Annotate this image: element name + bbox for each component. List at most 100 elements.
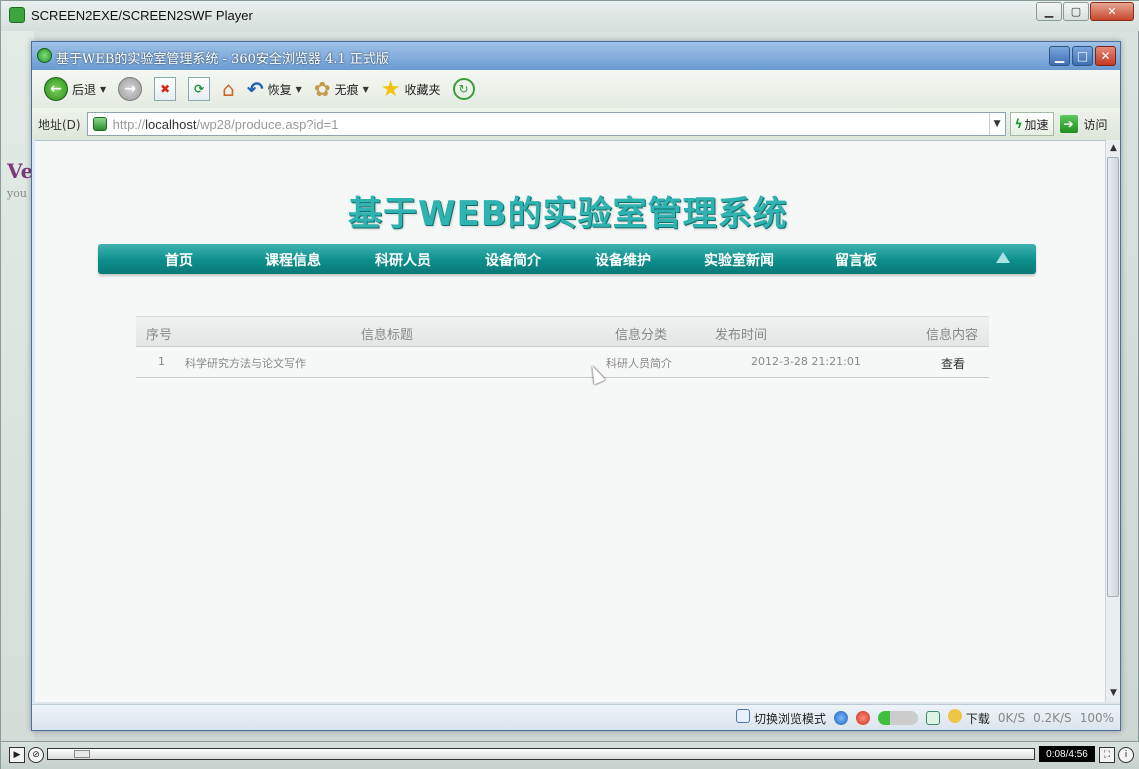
upload-rate: 0.2K/S (1033, 710, 1072, 725)
swirl-icon: ↻ (452, 78, 475, 100)
table-row: 1 科学研究方法与论文写作 科研人员简介 2012-3-28 21:21:01 … (136, 347, 989, 378)
site-title: 基于WEB的实验室管理系统 (348, 194, 788, 234)
zoom-level[interactable]: 100% (1080, 711, 1114, 725)
download-icon (948, 708, 963, 723)
col-header-category: 信息分类 (615, 328, 668, 343)
player-window: SCREEN2EXE/SCREEN2SWF Player ▁ ▢ ✕ Ve yo… (0, 0, 1139, 769)
view-link[interactable]: 查看 (941, 355, 965, 372)
fullscreen-icon[interactable]: ⛶ (1099, 747, 1115, 763)
switch-mode-button[interactable]: 切换浏览模式 (736, 708, 826, 727)
security-icon[interactable] (856, 710, 871, 725)
home-button[interactable]: ⌂ (222, 77, 235, 101)
minimize-button[interactable]: ▁ (1036, 2, 1062, 21)
browser-window-controls: ▁ □ ✕ (1049, 46, 1116, 66)
play-button[interactable]: ▶ (9, 747, 25, 763)
chevron-down-icon[interactable]: ▼ (296, 85, 302, 94)
restore-button[interactable]: ↶ 恢复 ▼ (247, 77, 302, 101)
favorites-button[interactable]: ★ 收藏夹 (381, 77, 441, 102)
player-controls: ▶ ⊘ 0:08/4:56 ⛶ i (1, 741, 1139, 769)
browser-close-button[interactable]: ✕ (1095, 46, 1116, 66)
browser-minimize-button[interactable]: ▁ (1049, 46, 1070, 66)
browser-statusbar: 切换浏览模式 下载 0K/S 0.2K/S 100% (32, 704, 1120, 730)
toggle-icon[interactable] (878, 710, 919, 725)
mute-icon[interactable]: ⊘ (28, 747, 44, 763)
col-header-time: 发布时间 (715, 328, 768, 343)
desktop-background: Ve you (1, 31, 34, 741)
favorites-label: 收藏夹 (404, 82, 441, 97)
nav-item-lab-news[interactable]: 实验室新闻 (704, 250, 774, 270)
time-display: 0:08/4:56 (1039, 746, 1095, 762)
nav-item-courses[interactable]: 课程信息 (265, 250, 321, 270)
col-header-no: 序号 (146, 328, 173, 343)
url-input[interactable]: http://localhost/wp28/produce.asp?id=1 ▼ (86, 112, 1006, 136)
chevron-down-icon[interactable]: ▼ (988, 113, 1005, 135)
screenshot-icon[interactable] (926, 710, 941, 725)
speed-up-button[interactable]: ϟ 加速 (1009, 112, 1054, 136)
back-label: 后退 (72, 82, 97, 97)
extension-button[interactable]: ↻ (452, 78, 475, 100)
seek-knob[interactable] (74, 750, 90, 758)
paw-icon: ✿ (313, 77, 331, 101)
main-nav: 首页 课程信息 科研人员 设备简介 设备维护 实验室新闻 留言板 (98, 244, 1036, 274)
scroll-down-icon[interactable]: ▼ (1106, 685, 1121, 700)
traceless-button[interactable]: ✿ 无痕 ▼ (314, 77, 369, 101)
traceless-label: 无痕 (334, 82, 359, 97)
cell-title[interactable]: 科学研究方法与论文写作 (185, 355, 306, 371)
restore-label: 恢复 (267, 82, 292, 97)
browser-toolbar: ← 后退 ▼ → ✖ ⟳ ⌂ ↶ 恢复 ▼ ✿ 无痕 ▼ ★ 收藏夹 ↻ (32, 70, 1120, 108)
chevron-down-icon[interactable]: ▼ (363, 85, 369, 94)
seek-bar[interactable] (47, 748, 1035, 760)
browser-title: 基于WEB的实验室管理系统 - 360安全浏览器 4.1 正式版 (56, 52, 389, 67)
refresh-button[interactable]: ⟳ (188, 77, 211, 101)
table-header: 序号 信息标题 信息分类 发布时间 信息内容 (136, 316, 989, 347)
cell-no: 1 (158, 355, 165, 368)
go-button[interactable]: ➔ 访问 (1059, 115, 1108, 133)
page-icon (92, 117, 107, 131)
close-button[interactable]: ✕ (1090, 2, 1134, 21)
forward-button[interactable]: → (118, 77, 143, 101)
ie-icon[interactable] (834, 710, 849, 725)
cell-time: 2012-3-28 21:21:01 (751, 355, 861, 368)
col-header-title: 信息标题 (361, 328, 414, 343)
download-rate: 0K/S (997, 710, 1026, 725)
player-title: SCREEN2EXE/SCREEN2SWF Player (31, 8, 253, 23)
player-titlebar: SCREEN2EXE/SCREEN2SWF Player ▁ ▢ ✕ (1, 1, 1139, 31)
address-bar: 地址(D) http://localhost/wp28/produce.asp?… (32, 108, 1120, 140)
desktop-text: Ve (7, 159, 34, 183)
chevron-down-icon[interactable]: ▼ (100, 85, 106, 94)
back-arrow-icon: ← (44, 77, 68, 101)
nav-item-equipment[interactable]: 设备简介 (485, 250, 541, 270)
stop-button[interactable]: ✖ (154, 77, 177, 101)
refresh-icon: ⟳ (188, 77, 211, 101)
app-icon (9, 7, 25, 23)
back-button[interactable]: ← 后退 ▼ (44, 77, 106, 101)
scroll-up-icon[interactable]: ▲ (1106, 140, 1121, 155)
info-table: 序号 信息标题 信息分类 发布时间 信息内容 1 科学研究方法与论文写作 科研人… (136, 316, 989, 378)
nav-item-guestbook[interactable]: 留言板 (835, 250, 877, 270)
info-icon[interactable]: i (1118, 747, 1134, 763)
browser-window: 基于WEB的实验室管理系统 - 360安全浏览器 4.1 正式版 ▁ □ ✕ ←… (31, 41, 1121, 731)
nav-item-maintenance[interactable]: 设备维护 (595, 250, 651, 270)
address-label: 地址(D) (38, 117, 81, 132)
scroll-thumb[interactable] (1107, 157, 1119, 597)
browser-titlebar: 基于WEB的实验室管理系统 - 360安全浏览器 4.1 正式版 ▁ □ ✕ (32, 42, 1120, 70)
lightning-icon: ϟ (1014, 117, 1023, 131)
triangle-up-icon[interactable] (996, 252, 1010, 263)
stop-icon: ✖ (154, 77, 177, 101)
cell-category: 科研人员简介 (606, 357, 672, 370)
vertical-scrollbar[interactable]: ▲ ▼ (1105, 140, 1120, 702)
browser-maximize-button[interactable]: □ (1072, 46, 1093, 66)
col-header-content: 信息内容 (926, 328, 979, 343)
page-viewport: 基于WEB的实验室管理系统 首页 课程信息 科研人员 设备简介 设备维护 实验室… (35, 140, 1105, 702)
url-text: http://localhost/wp28/produce.asp?id=1 (112, 116, 339, 132)
download-button[interactable]: 下载 (948, 708, 990, 727)
window-icon (736, 708, 751, 723)
go-label: 访问 (1083, 117, 1108, 132)
home-icon: ⌂ (222, 77, 235, 101)
nav-item-researchers[interactable]: 科研人员 (375, 250, 431, 270)
browser-logo-icon (37, 48, 52, 63)
player-window-controls: ▁ ▢ ✕ (1036, 2, 1134, 21)
maximize-button[interactable]: ▢ (1063, 2, 1089, 21)
nav-item-home[interactable]: 首页 (165, 250, 193, 270)
undo-icon: ↶ (246, 77, 264, 101)
